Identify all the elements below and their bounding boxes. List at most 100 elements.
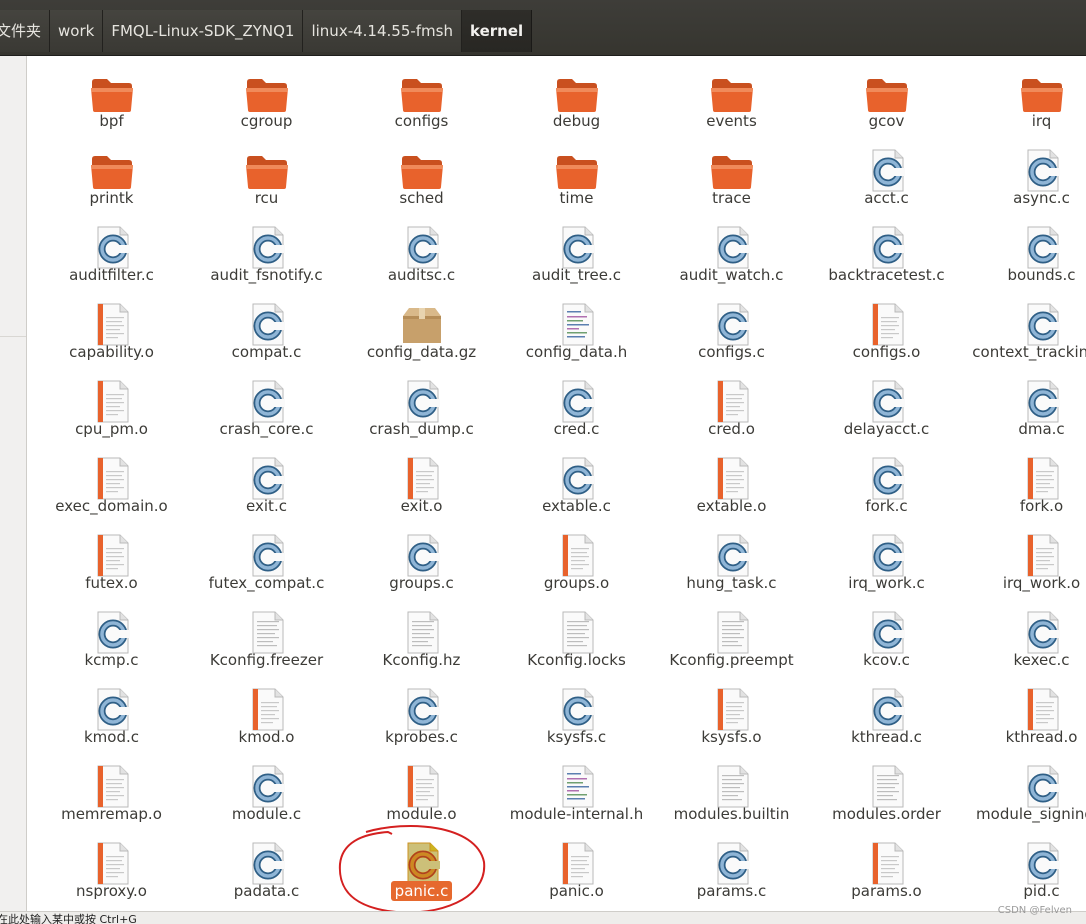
file-name-text: kcov.c [863, 651, 910, 669]
folder-file-icon [866, 79, 908, 112]
file-name-text: exit.c [246, 497, 287, 515]
file-name: modules.order [809, 804, 964, 824]
file-item-padata-c[interactable]: padata.c [189, 828, 344, 905]
file-item-context-tracking-c[interactable]: context_tracking.c [964, 289, 1086, 366]
file-item-backtracetest-c[interactable]: backtracetest.c [809, 212, 964, 289]
file-item-params-o[interactable]: params.o [809, 828, 964, 905]
file-item-kthread-o[interactable]: kthread.o [964, 674, 1086, 751]
file-item-printk[interactable]: printk [34, 135, 189, 212]
file-item-audit-tree-c[interactable]: audit_tree.c [499, 212, 654, 289]
file-item-delayacct-c[interactable]: delayacct.c [809, 366, 964, 443]
file-item-time[interactable]: time [499, 135, 654, 212]
file-item-trace[interactable]: trace [654, 135, 809, 212]
file-item-async-c[interactable]: async.c [964, 135, 1086, 212]
file-item-cpu-pm-o[interactable]: cpu_pm.o [34, 366, 189, 443]
file-item-module-c[interactable]: module.c [189, 751, 344, 828]
file-item-exit-o[interactable]: exit.o [344, 443, 499, 520]
file-item-rcu[interactable]: rcu [189, 135, 344, 212]
file-item-debug[interactable]: debug [499, 58, 654, 135]
o-file-icon [97, 380, 129, 423]
file-item-configs[interactable]: configs [344, 58, 499, 135]
file-item-auditfilter-c[interactable]: auditfilter.c [34, 212, 189, 289]
file-item-ksysfs-o[interactable]: ksysfs.o [654, 674, 809, 751]
file-item-params-c[interactable]: params.c [654, 828, 809, 905]
file-item-fork-c[interactable]: fork.c [809, 443, 964, 520]
file-item-irq-work-c[interactable]: irq_work.c [809, 520, 964, 597]
file-item-acct-c[interactable]: acct.c [809, 135, 964, 212]
file-item-config-data-gz[interactable]: config_data.gz [344, 289, 499, 366]
file-item-configs-c[interactable]: configs.c [654, 289, 809, 366]
file-item-kmod-o[interactable]: kmod.o [189, 674, 344, 751]
file-item-kprobes-c[interactable]: kprobes.c [344, 674, 499, 751]
file-item-kcmp-c[interactable]: kcmp.c [34, 597, 189, 674]
file-item-kmod-c[interactable]: kmod.c [34, 674, 189, 751]
file-name: Kconfig.locks [499, 650, 654, 670]
file-item-audit-fsnotify-c[interactable]: audit_fsnotify.c [189, 212, 344, 289]
folder-file-icon [91, 156, 133, 189]
file-item-bpf[interactable]: bpf [34, 58, 189, 135]
file-name-text: futex_compat.c [208, 574, 325, 592]
file-item-bounds-c[interactable]: bounds.c [964, 212, 1086, 289]
file-item-gcov[interactable]: gcov [809, 58, 964, 135]
file-name-text: delayacct.c [843, 420, 930, 438]
file-item-memremap-o[interactable]: memremap.o [34, 751, 189, 828]
file-item-extable-c[interactable]: extable.c [499, 443, 654, 520]
file-item-ksysfs-c[interactable]: ksysfs.c [499, 674, 654, 751]
file-item-exit-c[interactable]: exit.c [189, 443, 344, 520]
file-item-configs-o[interactable]: configs.o [809, 289, 964, 366]
file-item-kconfig-locks[interactable]: Kconfig.locks [499, 597, 654, 674]
file-item-hung-task-c[interactable]: hung_task.c [654, 520, 809, 597]
file-item-config-data-h[interactable]: config_data.h [499, 289, 654, 366]
file-item-events[interactable]: events [654, 58, 809, 135]
file-name-text: kmod.c [83, 728, 139, 746]
file-item-groups-o[interactable]: groups.o [499, 520, 654, 597]
file-item-groups-c[interactable]: groups.c [344, 520, 499, 597]
folder-file-icon [711, 79, 753, 112]
file-item-panic-o[interactable]: panic.o [499, 828, 654, 905]
file-item-sched[interactable]: sched [344, 135, 499, 212]
file-item-capability-o[interactable]: capability.o [34, 289, 189, 366]
file-item-module-signing-c[interactable]: module_signing.c [964, 751, 1086, 828]
file-name: crash_core.c [189, 419, 344, 439]
breadcrumb-sdk[interactable]: FMQL-Linux-SDK_ZYNQ1 [103, 10, 304, 52]
file-item-kconfig-freezer[interactable]: Kconfig.freezer [189, 597, 344, 674]
file-item-kexec-c[interactable]: kexec.c [964, 597, 1086, 674]
file-item-fork-o[interactable]: fork.o [964, 443, 1086, 520]
file-item-audit-watch-c[interactable]: audit_watch.c [654, 212, 809, 289]
file-item-compat-c[interactable]: compat.c [189, 289, 344, 366]
file-item-cgroup[interactable]: cgroup [189, 58, 344, 135]
file-item-cred-o[interactable]: cred.o [654, 366, 809, 443]
file-item-futex-compat-c[interactable]: futex_compat.c [189, 520, 344, 597]
file-item-irq[interactable]: irq [964, 58, 1086, 135]
file-item-kthread-c[interactable]: kthread.c [809, 674, 964, 751]
file-item-modules-builtin[interactable]: modules.builtin [654, 751, 809, 828]
file-name-text: acct.c [864, 189, 909, 207]
file-item-cred-c[interactable]: cred.c [499, 366, 654, 443]
file-item-nsproxy-o[interactable]: nsproxy.o [34, 828, 189, 905]
breadcrumb-work[interactable]: work [50, 10, 104, 52]
file-item-auditsc-c[interactable]: auditsc.c [344, 212, 499, 289]
places-sidebar[interactable] [0, 56, 27, 911]
file-item-pid-c[interactable]: pid.c [964, 828, 1086, 905]
file-item-extable-o[interactable]: extable.o [654, 443, 809, 520]
file-item-dma-c[interactable]: dma.c [964, 366, 1086, 443]
file-item-module-o[interactable]: module.o [344, 751, 499, 828]
file-item-exec-domain-o[interactable]: exec_domain.o [34, 443, 189, 520]
file-item-futex-o[interactable]: futex.o [34, 520, 189, 597]
file-item-modules-order[interactable]: modules.order [809, 751, 964, 828]
file-item-kconfig-hz[interactable]: Kconfig.hz [344, 597, 499, 674]
file-name-text: panic.c [390, 881, 453, 901]
file-item-crash-dump-c[interactable]: crash_dump.c [344, 366, 499, 443]
breadcrumb-kernel[interactable]: kernel [462, 10, 533, 52]
file-item-kconfig-preempt[interactable]: Kconfig.preempt [654, 597, 809, 674]
file-item-module-internal-h[interactable]: module-internal.h [499, 751, 654, 828]
file-item-irq-work-o[interactable]: irq_work.o [964, 520, 1086, 597]
breadcrumb-linux[interactable]: linux-4.14.55-fmsh [303, 10, 462, 52]
breadcrumb-folder[interactable]: 文件夹 [0, 10, 51, 52]
file-name: backtracetest.c [809, 265, 964, 285]
file-grid: bpf cgroup configs debug events gcov irq printk… [34, 58, 1086, 908]
file-item-kcov-c[interactable]: kcov.c [809, 597, 964, 674]
file-item-crash-core-c[interactable]: crash_core.c [189, 366, 344, 443]
file-name-text: module.c [231, 805, 302, 823]
file-item-panic-c[interactable]: panic.c [344, 828, 499, 905]
